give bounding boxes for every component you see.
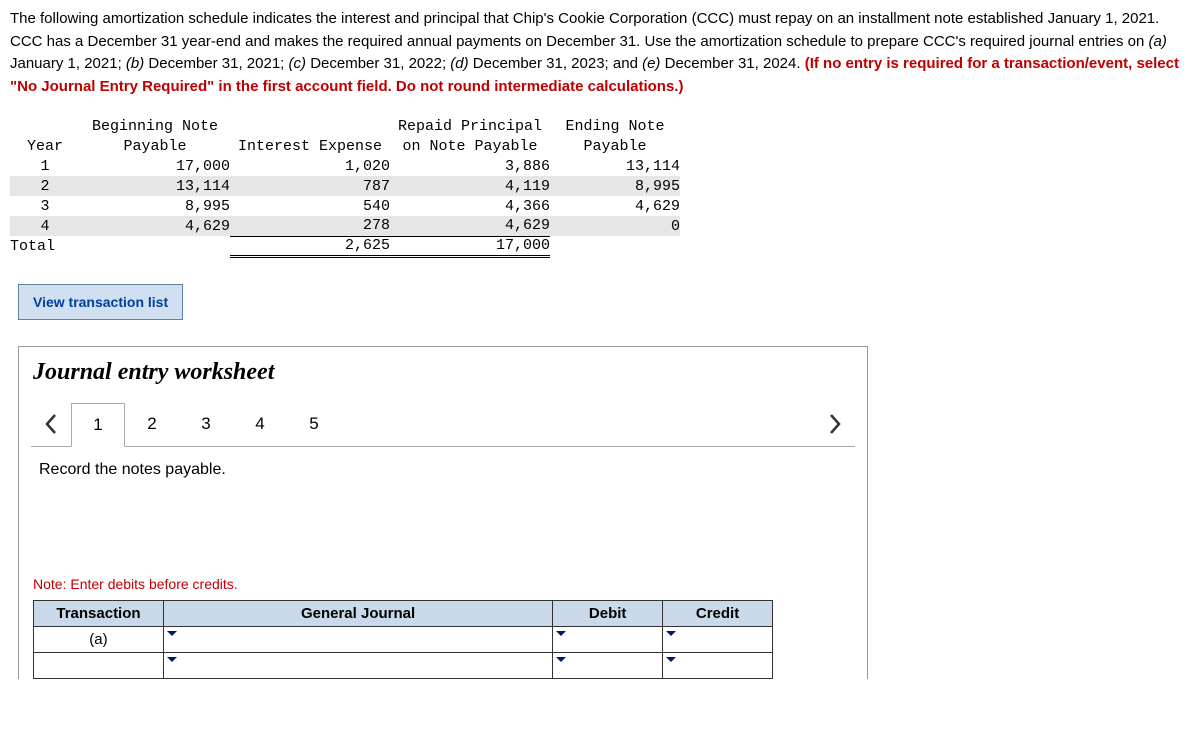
amortization-schedule-table: Beginning Note Repaid Principal Ending N… [10,116,680,258]
intro-c: (c) [289,55,307,72]
amort-row: 213,1147874,1198,995 [10,176,680,196]
dropdown-icon [556,657,566,662]
header-interest-expense: Interest Expense [230,136,390,156]
view-transaction-list-button[interactable]: View transaction list [18,284,183,320]
dropdown-icon [556,631,566,636]
cell-repaid: 4,366 [390,196,550,216]
je-credit-input[interactable] [663,652,773,678]
cell-interest: 787 [230,176,390,196]
header-repaid-principal-2: on Note Payable [390,136,550,156]
cell-year: 2 [10,176,80,196]
intro-text-1: The following amortization schedule indi… [10,10,1159,50]
chevron-left-icon [44,413,58,435]
cell-beginning: 17,000 [80,156,230,176]
cell-beginning: 8,995 [80,196,230,216]
tab-2[interactable]: 2 [125,402,179,446]
debits-before-credits-note: Note: Enter debits before credits. [19,576,867,600]
je-account-select[interactable] [163,652,552,678]
cell-ending: 8,995 [550,176,680,196]
cell-year: 3 [10,196,80,216]
amort-row: 117,0001,0203,88613,114 [10,156,680,176]
header-year: Year [10,136,80,156]
tab-1[interactable]: 1 [71,403,125,447]
cell-ending: 13,114 [550,156,680,176]
journal-entry-worksheet: Journal entry worksheet 12345 Record the… [18,346,868,679]
cell-repaid: 4,119 [390,176,550,196]
cell-beginning: 13,114 [80,176,230,196]
je-transaction-cell: (a) [34,626,164,652]
header-beginning-note-1: Beginning Note [80,116,230,136]
cell-ending: 0 [550,216,680,236]
tab-next-button[interactable] [815,402,855,446]
je-account-select[interactable] [163,626,552,652]
cell-repaid: 3,886 [390,156,550,176]
worksheet-instruction: Record the notes payable. [39,461,226,478]
intro-e: (e) [642,55,660,72]
dropdown-icon [666,657,676,662]
cell-interest: 278 [230,216,390,236]
intro-d: (d) [450,55,468,72]
je-header-debit: Debit [553,600,663,626]
cell-interest: 540 [230,196,390,216]
cell-ending: 4,629 [550,196,680,216]
je-row [34,652,773,678]
total-repaid: 17,000 [390,236,550,256]
je-row: (a) [34,626,773,652]
cell-repaid: 4,629 [390,216,550,236]
je-debit-input[interactable] [553,652,663,678]
dropdown-icon [167,657,177,662]
tab-4[interactable]: 4 [233,402,287,446]
journal-entry-table: Transaction General Journal Debit Credit… [33,600,773,679]
cell-interest: 1,020 [230,156,390,176]
intro-a: (a) [1148,33,1166,50]
je-header-general-journal: General Journal [163,600,552,626]
total-interest: 2,625 [230,236,390,256]
je-header-transaction: Transaction [34,600,164,626]
dropdown-icon [666,631,676,636]
amort-row: 38,9955404,3664,629 [10,196,680,216]
tab-prev-button[interactable] [31,402,71,446]
total-label: Total [10,236,80,256]
worksheet-title: Journal entry worksheet [19,347,867,402]
header-ending-note-2: Payable [550,136,680,156]
tab-3[interactable]: 3 [179,402,233,446]
chevron-right-icon [828,413,842,435]
je-credit-input[interactable] [663,626,773,652]
cell-beginning: 4,629 [80,216,230,236]
header-repaid-principal-1: Repaid Principal [390,116,550,136]
cell-year: 1 [10,156,80,176]
je-header-credit: Credit [663,600,773,626]
instructions-paragraph: The following amortization schedule indi… [10,8,1189,98]
header-ending-note-1: Ending Note [550,116,680,136]
intro-b: (b) [126,55,144,72]
amort-row: 44,6292784,6290 [10,216,680,236]
tabs-row: 12345 [19,402,867,446]
dropdown-icon [167,631,177,636]
tab-5[interactable]: 5 [287,402,341,446]
cell-year: 4 [10,216,80,236]
je-debit-input[interactable] [553,626,663,652]
tab-content: Record the notes payable. [31,446,855,576]
header-beginning-note-2: Payable [80,136,230,156]
je-transaction-cell [34,652,164,678]
